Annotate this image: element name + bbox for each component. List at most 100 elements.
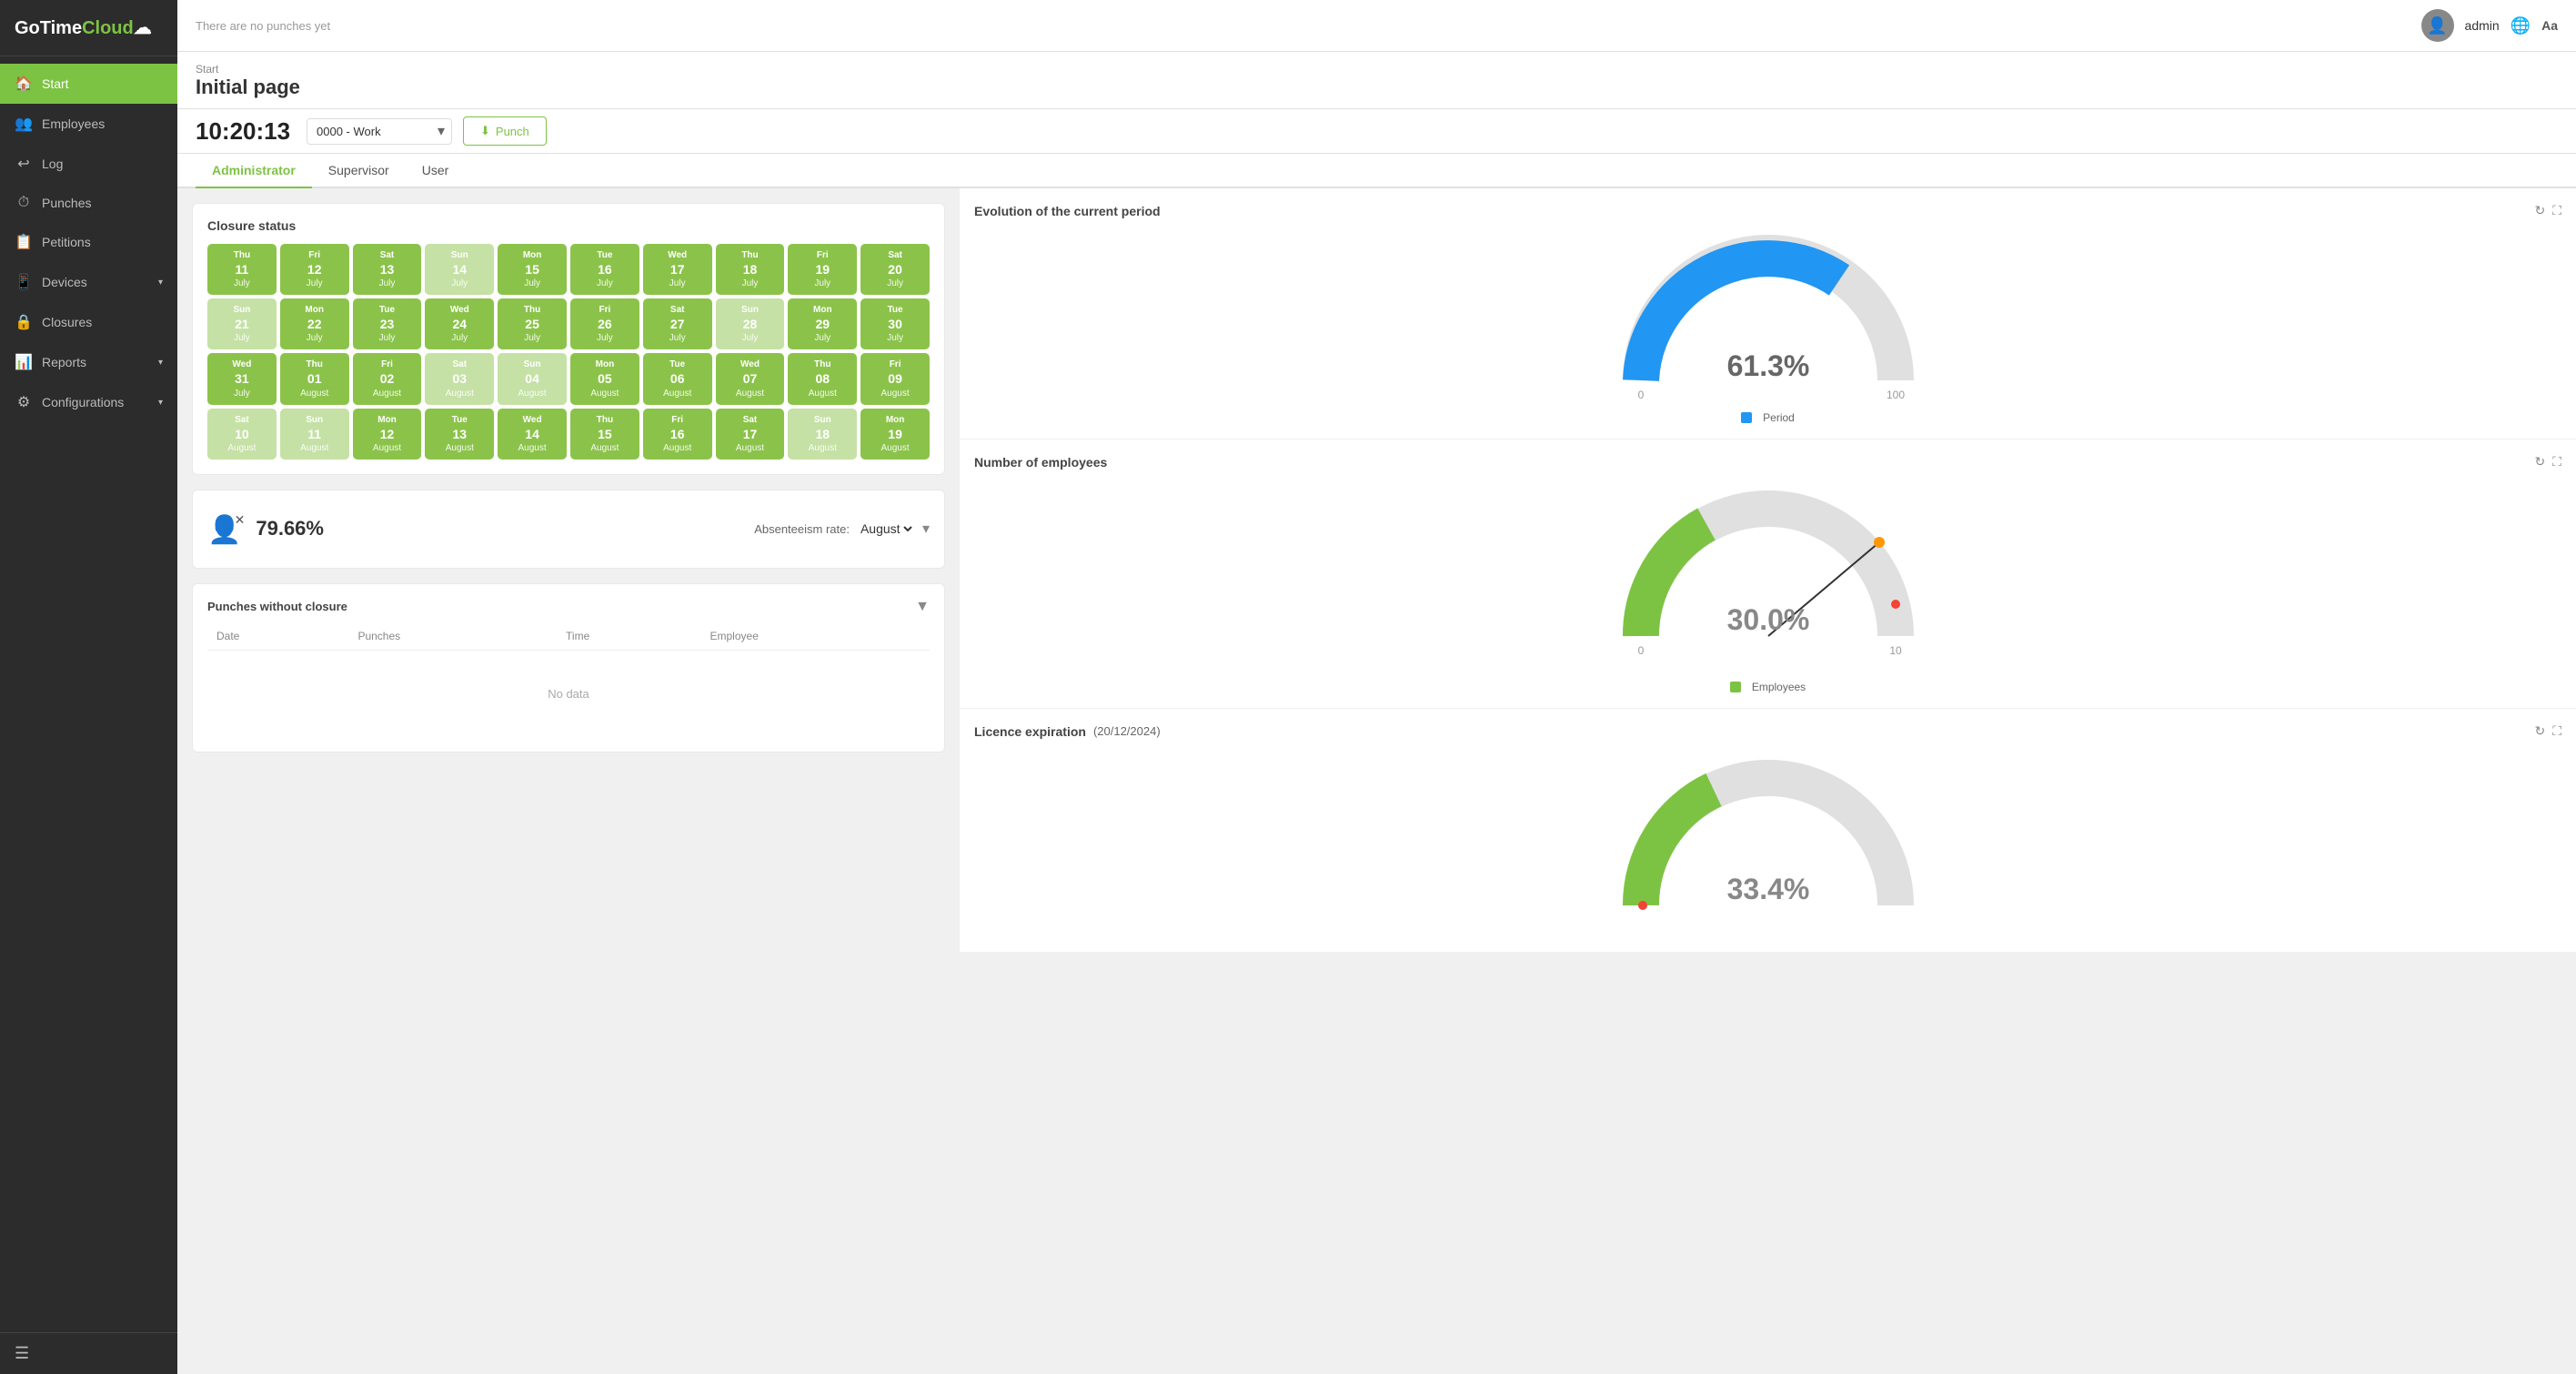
calendar-day[interactable]: Sun 04 August (498, 353, 567, 404)
calendar-day[interactable]: Wed 07 August (716, 353, 785, 404)
absenteeism-month-select[interactable]: August July June (857, 520, 915, 537)
svg-text:30.0%: 30.0% (1726, 603, 1809, 636)
calendar-day[interactable]: Sun 21 July (207, 298, 277, 349)
calendar-day[interactable]: Sat 03 August (425, 353, 494, 404)
download-icon: ⬇ (480, 124, 490, 138)
calendar-day[interactable]: Sat 13 July (353, 244, 422, 295)
calendar-day[interactable]: Sun 28 July (716, 298, 785, 349)
calendar-day[interactable]: Thu 15 August (570, 409, 639, 460)
col-employee: Employee (701, 622, 931, 651)
absenteeism-card: 👤✕ 79.66% Absenteeism rate: August July … (192, 490, 945, 569)
calendar-day[interactable]: Thu 01 August (280, 353, 349, 404)
sidebar-item-start[interactable]: 🏠 Start (0, 64, 177, 104)
punch-bar: 10:20:13 0000 - Work ⬇ Punch (177, 109, 2576, 154)
calendar-day[interactable]: Sun 18 August (788, 409, 857, 460)
licence-chart-title: Licence expiration (20/12/2024) ↻ ⛶ (974, 723, 2561, 739)
table-header-row: Punches without closure ▼ (207, 599, 930, 615)
sidebar-item-petitions[interactable]: 📋 Petitions (0, 222, 177, 262)
calendar-day[interactable]: Fri 02 August (353, 353, 422, 404)
calendar-day[interactable]: Tue 16 July (570, 244, 639, 295)
expand-licence-button[interactable]: ⛶ (2552, 723, 2561, 739)
punches-icon: ⏱ (15, 195, 33, 211)
sidebar-item-punches[interactable]: ⏱ Punches (0, 184, 177, 222)
sidebar-item-reports[interactable]: 📊 Reports ▾ (0, 342, 177, 382)
calendar-day[interactable]: Sun 14 July (425, 244, 494, 295)
sidebar-label-devices: Devices (42, 275, 87, 289)
refresh-evolution-button[interactable]: ↻ (2534, 203, 2545, 218)
sidebar-item-employees[interactable]: 👥 Employees (0, 104, 177, 144)
calendar-day[interactable]: Sat 20 July (860, 244, 930, 295)
calendar-day[interactable]: Mon 15 July (498, 244, 567, 295)
calendar-day[interactable]: Thu 18 July (716, 244, 785, 295)
calendar-day[interactable]: Wed 17 July (643, 244, 712, 295)
main-content: There are no punches yet 👤 admin 🌐 Aa St… (177, 0, 2576, 1374)
sidebar-label-configurations: Configurations (42, 395, 124, 409)
calendar-day[interactable]: Tue 13 August (425, 409, 494, 460)
punch-button[interactable]: ⬇ Punch (463, 116, 547, 146)
tab-administrator[interactable]: Administrator (196, 154, 312, 188)
employees-gauge: 30.0% 0 10 Employees (974, 477, 2561, 693)
period-legend-label: Period (1763, 411, 1795, 424)
secondary-marker (1891, 600, 1900, 609)
calendar-day[interactable]: Sat 27 July (643, 298, 712, 349)
font-size-toggle[interactable]: Aa (2541, 18, 2558, 33)
calendar-day[interactable]: Sat 17 August (716, 409, 785, 460)
calendar-day[interactable]: Tue 30 July (860, 298, 930, 349)
chevron-down-icon: ▾ (922, 520, 930, 538)
calendar-day[interactable]: Mon 19 August (860, 409, 930, 460)
calendar-day[interactable]: Fri 09 August (860, 353, 930, 404)
licence-gauge: 33.4% (974, 746, 2561, 937)
calendar-day[interactable]: Tue 23 July (353, 298, 422, 349)
sidebar-item-closures[interactable]: 🔒 Closures (0, 302, 177, 342)
col-time: Time (557, 622, 700, 651)
tab-supervisor[interactable]: Supervisor (312, 154, 406, 188)
svg-text:10: 10 (1889, 644, 1902, 657)
reports-icon: 📊 (15, 353, 33, 371)
calendar-day[interactable]: Thu 08 August (788, 353, 857, 404)
calendar-day[interactable]: Fri 26 July (570, 298, 639, 349)
calendar-day[interactable]: Thu 25 July (498, 298, 567, 349)
configurations-icon: ⚙ (15, 393, 33, 411)
left-column: Closure status Thu 11 July Fri 12 July S… (177, 188, 960, 1374)
calendar-day[interactable]: Sun 11 August (280, 409, 349, 460)
topbar: There are no punches yet 👤 admin 🌐 Aa (177, 0, 2576, 52)
tab-user[interactable]: User (406, 154, 466, 188)
sidebar-item-log[interactable]: ↩ Log (0, 144, 177, 184)
evolution-chart-card: Evolution of the current period ↻ ⛶ 6 (960, 188, 2576, 439)
filter-icon[interactable]: ▼ (915, 599, 930, 615)
calendar-day[interactable]: Mon 05 August (570, 353, 639, 404)
absenteeism-rate-label: Absenteeism rate: (754, 522, 850, 536)
closures-icon: 🔒 (15, 313, 33, 331)
calendar-day[interactable]: Fri 16 August (643, 409, 712, 460)
expand-evolution-button[interactable]: ⛶ (2552, 203, 2561, 218)
calendar-day[interactable]: Sat 10 August (207, 409, 277, 460)
calendar-day[interactable]: Mon 22 July (280, 298, 349, 349)
refresh-employees-button[interactable]: ↻ (2534, 454, 2545, 470)
tabs-bar: AdministratorSupervisorUser (177, 154, 2576, 188)
work-type-select-wrap[interactable]: 0000 - Work (307, 118, 452, 145)
calendar-day[interactable]: Mon 29 July (788, 298, 857, 349)
calendar-day[interactable]: Fri 12 July (280, 244, 349, 295)
calendar-day[interactable]: Wed 14 August (498, 409, 567, 460)
evolution-chart-actions: ↻ ⛶ (2534, 203, 2561, 218)
page-title: Initial page (196, 76, 2558, 99)
hamburger-icon[interactable]: ☰ (15, 1344, 29, 1362)
calendar-day[interactable]: Fri 19 July (788, 244, 857, 295)
globe-icon[interactable]: 🌐 (2511, 16, 2531, 35)
sidebar-item-devices[interactable]: 📱 Devices ▾ (0, 262, 177, 302)
two-col-layout: Closure status Thu 11 July Fri 12 July S… (177, 188, 2576, 1374)
sidebar-item-configurations[interactable]: ⚙ Configurations ▾ (0, 382, 177, 422)
sidebar: GoTimeCloud☁ 🏠 Start 👥 Employees ↩ Log ⏱… (0, 0, 177, 1374)
expand-employees-button[interactable]: ⛶ (2552, 454, 2561, 470)
evolution-chart-title: Evolution of the current period ↻ ⛶ (974, 203, 2561, 218)
sidebar-nav: 🏠 Start 👥 Employees ↩ Log ⏱ Punches 📋 Pe… (0, 56, 177, 1332)
work-type-select[interactable]: 0000 - Work (307, 118, 452, 145)
calendar-day[interactable]: Thu 11 July (207, 244, 277, 295)
page-content: Start Initial page 10:20:13 0000 - Work … (177, 52, 2576, 1374)
refresh-licence-button[interactable]: ↻ (2534, 723, 2545, 739)
calendar-day[interactable]: Wed 24 July (425, 298, 494, 349)
calendar-day[interactable]: Mon 12 August (353, 409, 422, 460)
calendar-day[interactable]: Tue 06 August (643, 353, 712, 404)
calendar-day[interactable]: Wed 31 July (207, 353, 277, 404)
sidebar-label-log: Log (42, 157, 63, 171)
